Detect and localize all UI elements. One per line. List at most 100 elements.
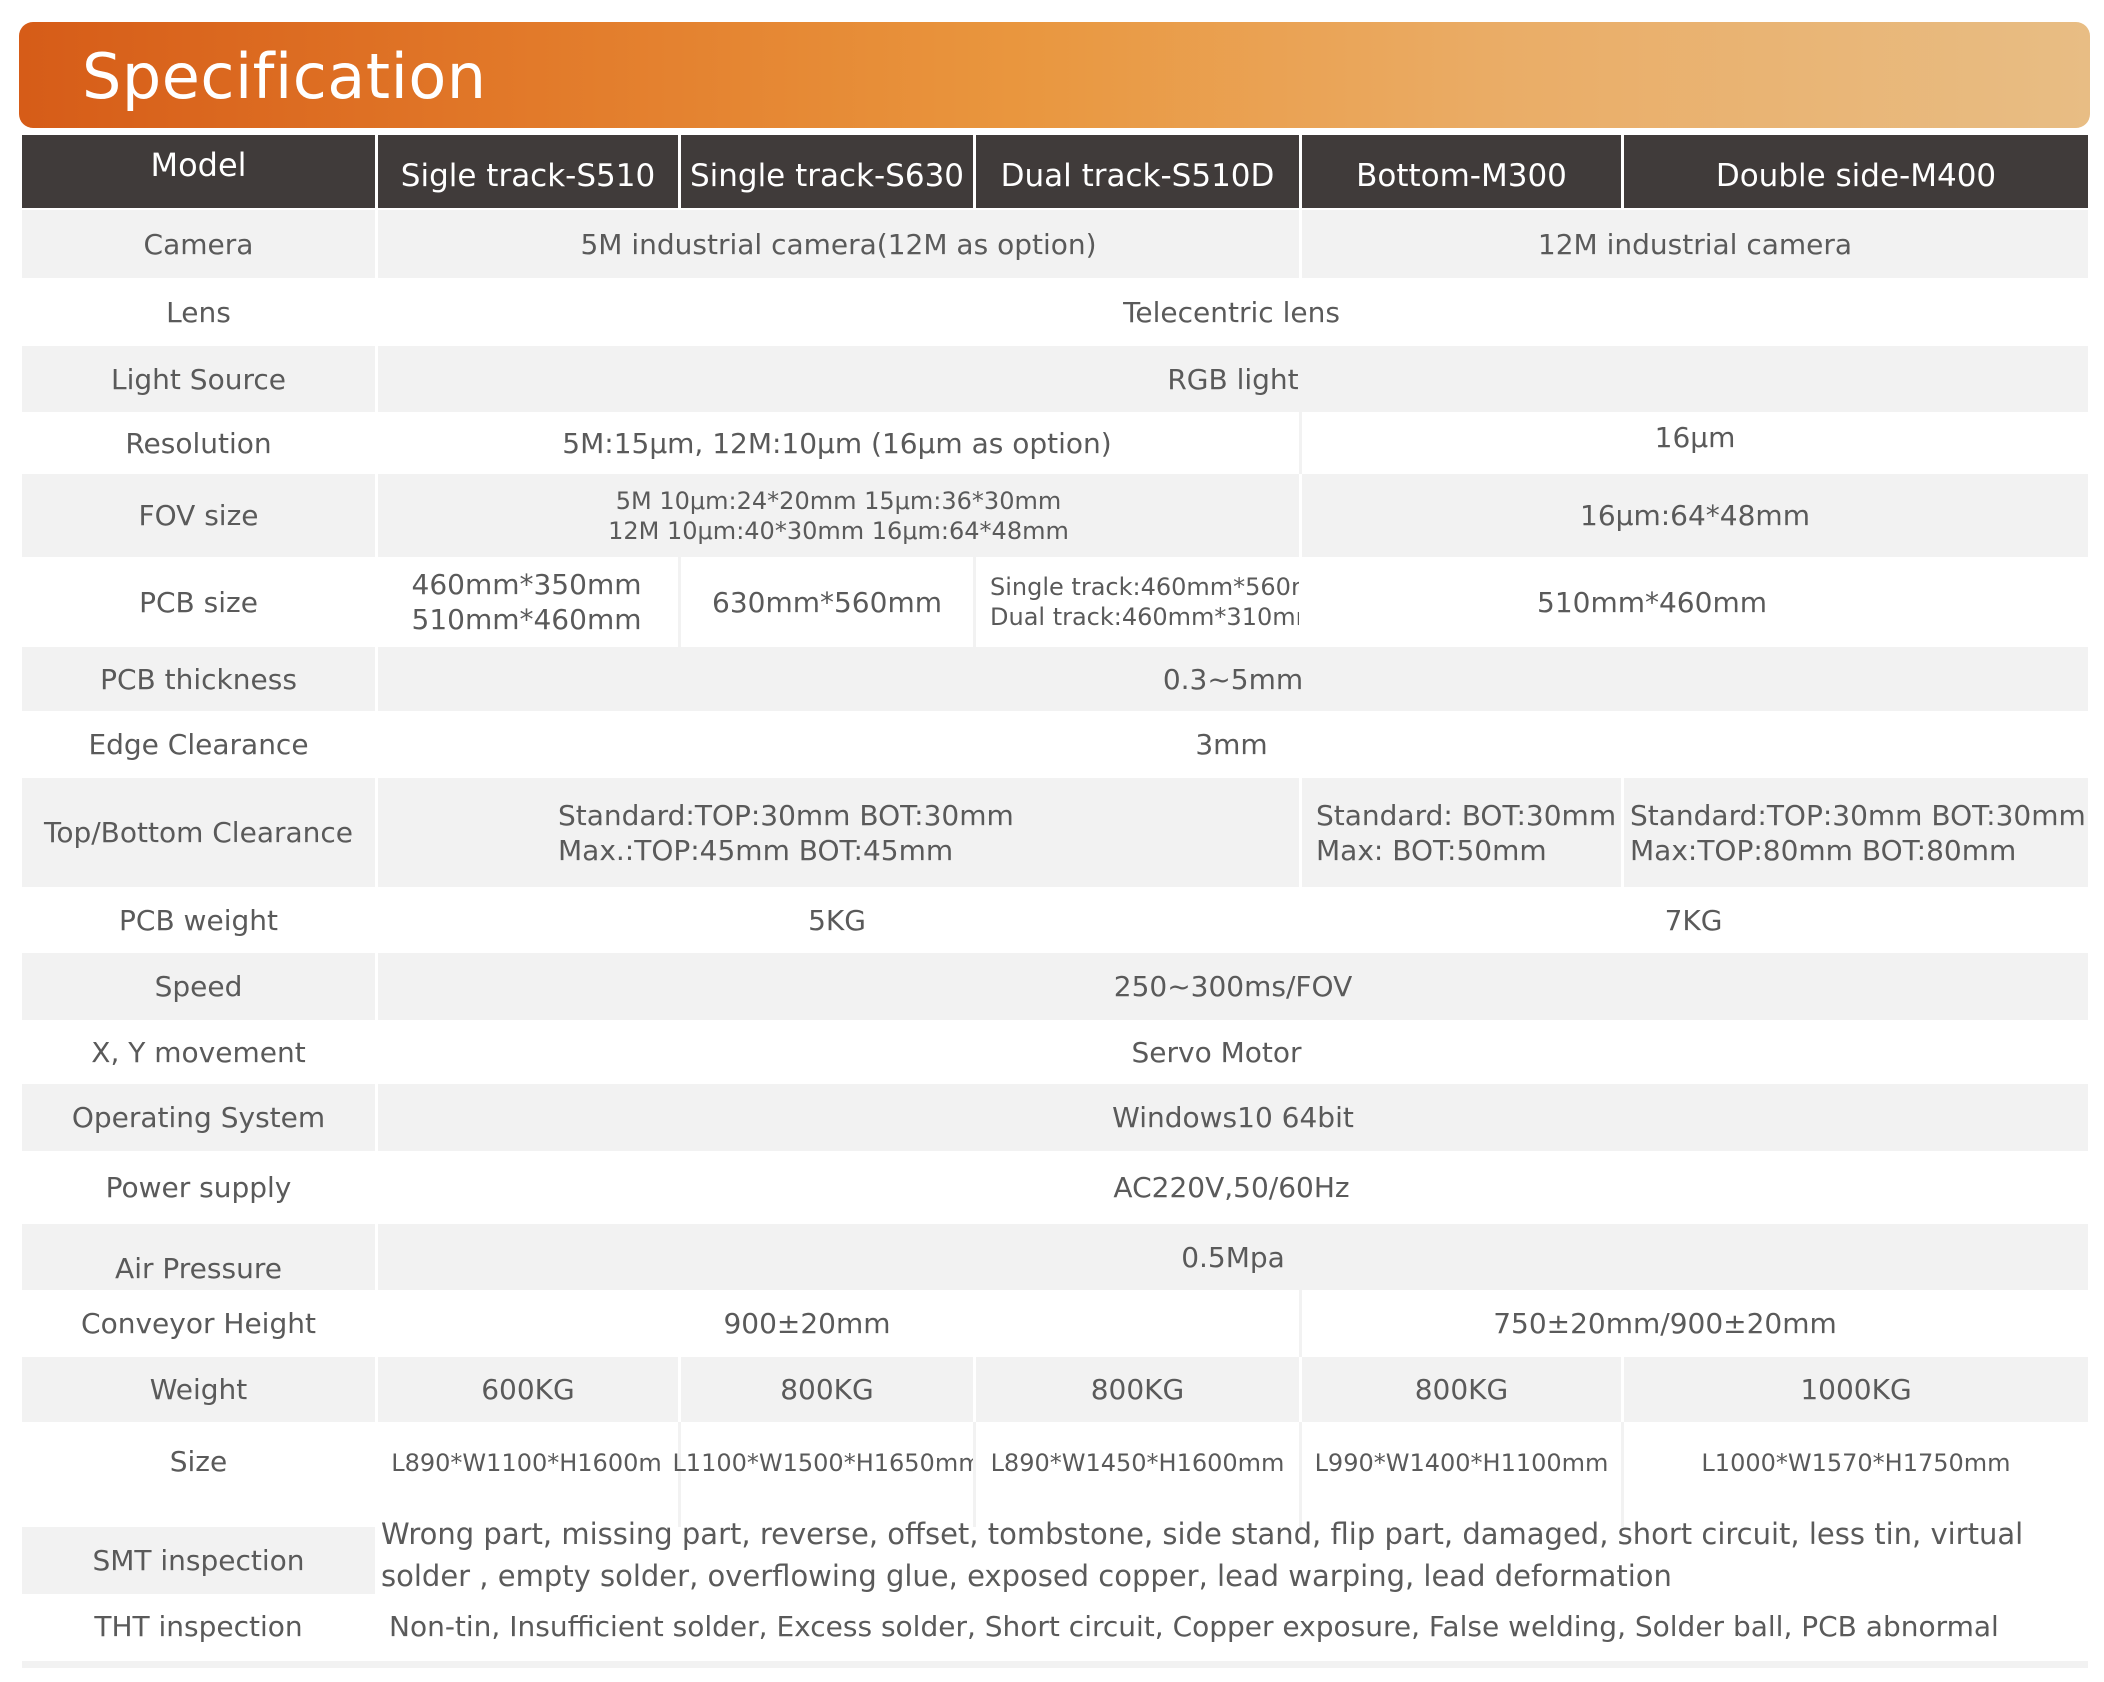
- row-label: Weight: [22, 1357, 375, 1422]
- row-label: Conveyor Height: [22, 1290, 375, 1357]
- row-label: SMT inspection: [22, 1527, 375, 1594]
- table-row-fov-size: FOV size 5M 10μm:24*20mm 15μm:36*30mm 12…: [22, 474, 2088, 557]
- tb-clearance-s-line2: Max.:TOP:45mm BOT:45mm: [558, 833, 954, 867]
- weight-s510d: 800KG: [973, 1357, 1299, 1422]
- row-label: Light Source: [22, 346, 375, 412]
- fov-s-series-line2: 12M 10μm:40*30mm 16μm:64*48mm: [608, 516, 1069, 545]
- pcb-size-s630: 630mm*560mm: [678, 557, 973, 647]
- table-row-pcb-size: PCB size 460mm*350mm 510mm*460mm 630mm*5…: [22, 557, 2088, 647]
- fov-m-series: 16μm:64*48mm: [1299, 474, 2088, 557]
- conveyor-height-s-series: 900±20mm: [375, 1290, 1299, 1357]
- table-row-speed: Speed 250~300ms/FOV: [22, 953, 2088, 1020]
- light-source-value: RGB light: [375, 346, 2088, 412]
- row-label: Power supply: [22, 1151, 375, 1224]
- camera-m-series: 12M industrial camera: [1299, 210, 2088, 278]
- edge-clearance-value: 3mm: [375, 711, 2088, 778]
- table-row-lens: Lens Telecentric lens: [22, 278, 2088, 346]
- row-label: PCB weight: [22, 887, 375, 953]
- tb-clearance-m400-line1: Standard:TOP:30mm BOT:30mm: [1630, 798, 2086, 832]
- pcb-thickness-value: 0.3~5mm: [375, 647, 2088, 711]
- row-label: PCB size: [22, 557, 375, 647]
- row-label: Edge Clearance: [22, 711, 375, 778]
- header-model-m300: Bottom-M300: [1299, 135, 1621, 208]
- speed-value: 250~300ms/FOV: [375, 953, 2088, 1020]
- size-s510: L890*W1100*H1600m: [375, 1422, 678, 1527]
- table-row-conveyor-height: Conveyor Height 900±20mm 750±20mm/900±20…: [22, 1290, 2088, 1357]
- row-label: FOV size: [22, 474, 375, 557]
- tb-clearance-m400: Standard:TOP:30mm BOT:30mm Max:TOP:80mm …: [1621, 778, 2088, 887]
- pcb-weight-m-series: 7KG: [1299, 887, 2088, 953]
- power-supply-value: AC220V,50/60Hz: [375, 1151, 2088, 1224]
- row-label: Top/Bottom Clearance: [22, 778, 375, 887]
- table-row-pcb-thickness: PCB thickness 0.3~5mm: [22, 647, 2088, 711]
- header-model-s510d: Dual track-S510D: [973, 135, 1299, 208]
- table-row-light-source: Light Source RGB light: [22, 346, 2088, 412]
- table-header-row: Model Sigle track-S510 Single track-S630…: [22, 135, 2088, 208]
- header-model-m400: Double side-M400: [1621, 135, 2088, 208]
- tb-clearance-m300: Standard: BOT:30mm Max: BOT:50mm: [1299, 778, 1621, 887]
- tb-clearance-m300-line2: Max: BOT:50mm: [1316, 833, 1547, 867]
- size-s630: L1100*W1500*H1650mm: [672, 1422, 982, 1527]
- spec-banner: Specification: [19, 22, 2090, 128]
- weight-m400: 1000KG: [1621, 1357, 2088, 1422]
- pcb-weight-s-series: 5KG: [375, 887, 1299, 953]
- tb-clearance-s-series: Standard:TOP:30mm BOT:30mm Max.:TOP:45mm…: [375, 778, 1299, 887]
- table-row-edge-clearance: Edge Clearance 3mm: [22, 711, 2088, 778]
- pcb-size-s510-line1: 460mm*350mm: [411, 568, 642, 601]
- tb-clearance-s-line1: Standard:TOP:30mm BOT:30mm: [558, 798, 1014, 832]
- table-row-power-supply: Power supply AC220V,50/60Hz: [22, 1151, 2088, 1224]
- fov-s-series-line1: 5M 10μm:24*20mm 15μm:36*30mm: [615, 486, 1062, 515]
- row-label: PCB thickness: [22, 647, 375, 711]
- table-bottom-band: [22, 1661, 2088, 1668]
- row-label: Air Pressure: [22, 1224, 375, 1290]
- resolution-m-series: 16μm: [1299, 412, 2088, 474]
- pcb-size-s510: 460mm*350mm 510mm*460mm: [375, 557, 678, 647]
- pcb-size-s510d: Single track:460mm*560mm Dual track:460m…: [973, 557, 1338, 647]
- xy-movement-value: Servo Motor: [375, 1020, 2088, 1084]
- camera-s-series: 5M industrial camera(12M as option): [375, 210, 1299, 278]
- table-row-size: Size L890*W1100*H1600m L1100*W1500*H1650…: [22, 1422, 2088, 1527]
- tb-clearance-m400-line2: Max:TOP:80mm BOT:80mm: [1630, 833, 2017, 867]
- header-model-s630: Single track-S630: [678, 135, 973, 208]
- conveyor-height-m-series: 750±20mm/900±20mm: [1299, 1290, 2088, 1357]
- lens-value: Telecentric lens: [375, 278, 2088, 346]
- header-model-label: Model: [22, 135, 375, 208]
- table-row-pcb-weight: PCB weight 5KG 7KG: [22, 887, 2088, 953]
- operating-system-value: Windows10 64bit: [375, 1084, 2088, 1151]
- table-row-air-pressure: Air Pressure 0.5Mpa: [22, 1224, 2088, 1290]
- row-label: Camera: [22, 210, 375, 278]
- page-title: Specification: [82, 40, 487, 113]
- table-row-operating-system: Operating System Windows10 64bit: [22, 1084, 2088, 1151]
- fov-s-series: 5M 10μm:24*20mm 15μm:36*30mm 12M 10μm:40…: [375, 474, 1299, 557]
- table-row-xy-movement: X, Y movement Servo Motor: [22, 1020, 2088, 1084]
- smt-inspection-value: Wrong part, missing part, reverse, offse…: [381, 1517, 2024, 1593]
- row-label: X, Y movement: [22, 1020, 375, 1084]
- size-s510d: L890*W1450*H1600mm: [973, 1422, 1299, 1527]
- row-label: Operating System: [22, 1084, 375, 1151]
- pcb-size-s510-line2: 510mm*460mm: [411, 603, 642, 636]
- table-row-top-bottom-clearance: Top/Bottom Clearance Standard:TOP:30mm B…: [22, 778, 2088, 887]
- row-label: Speed: [22, 953, 375, 1020]
- weight-s510: 600KG: [375, 1357, 678, 1422]
- table-row-smt-inspection: SMT inspection Wrong part, missing part,…: [22, 1517, 2088, 1594]
- tb-clearance-m300-line1: Standard: BOT:30mm: [1316, 798, 1617, 832]
- pcb-size-m-series: 510mm*460mm: [1299, 557, 2088, 647]
- weight-s630: 800KG: [678, 1357, 973, 1422]
- resolution-s-series: 5M:15μm, 12M:10μm (16μm as option): [375, 412, 1299, 474]
- air-pressure-value: 0.5Mpa: [375, 1224, 2088, 1290]
- header-model-s510: Sigle track-S510: [375, 135, 678, 208]
- row-label: Lens: [22, 278, 375, 346]
- row-label: THT inspection: [22, 1594, 375, 1659]
- weight-m300: 800KG: [1299, 1357, 1621, 1422]
- size-m300: L990*W1400*H1100mm: [1299, 1422, 1621, 1527]
- table-row-weight: Weight 600KG 800KG 800KG 800KG 1000KG: [22, 1357, 2088, 1422]
- pcb-size-s510d-line2: Dual track:460mm*310mm: [990, 603, 1319, 631]
- row-label: Size: [22, 1422, 375, 1527]
- size-m400: L1000*W1570*H1750mm: [1621, 1422, 2088, 1527]
- table-row-resolution: Resolution 5M:15μm, 12M:10μm (16μm as op…: [22, 412, 2088, 474]
- table-row-tht-inspection: THT inspection Non-tin, Insufficient sol…: [22, 1594, 2088, 1659]
- tht-inspection-value: Non-tin, Insufficient solder, Excess sol…: [375, 1594, 2088, 1659]
- row-label: Resolution: [22, 412, 375, 474]
- pcb-size-s510d-line1: Single track:460mm*560mm: [990, 573, 1338, 601]
- table-row-camera: Camera 5M industrial camera(12M as optio…: [22, 210, 2088, 278]
